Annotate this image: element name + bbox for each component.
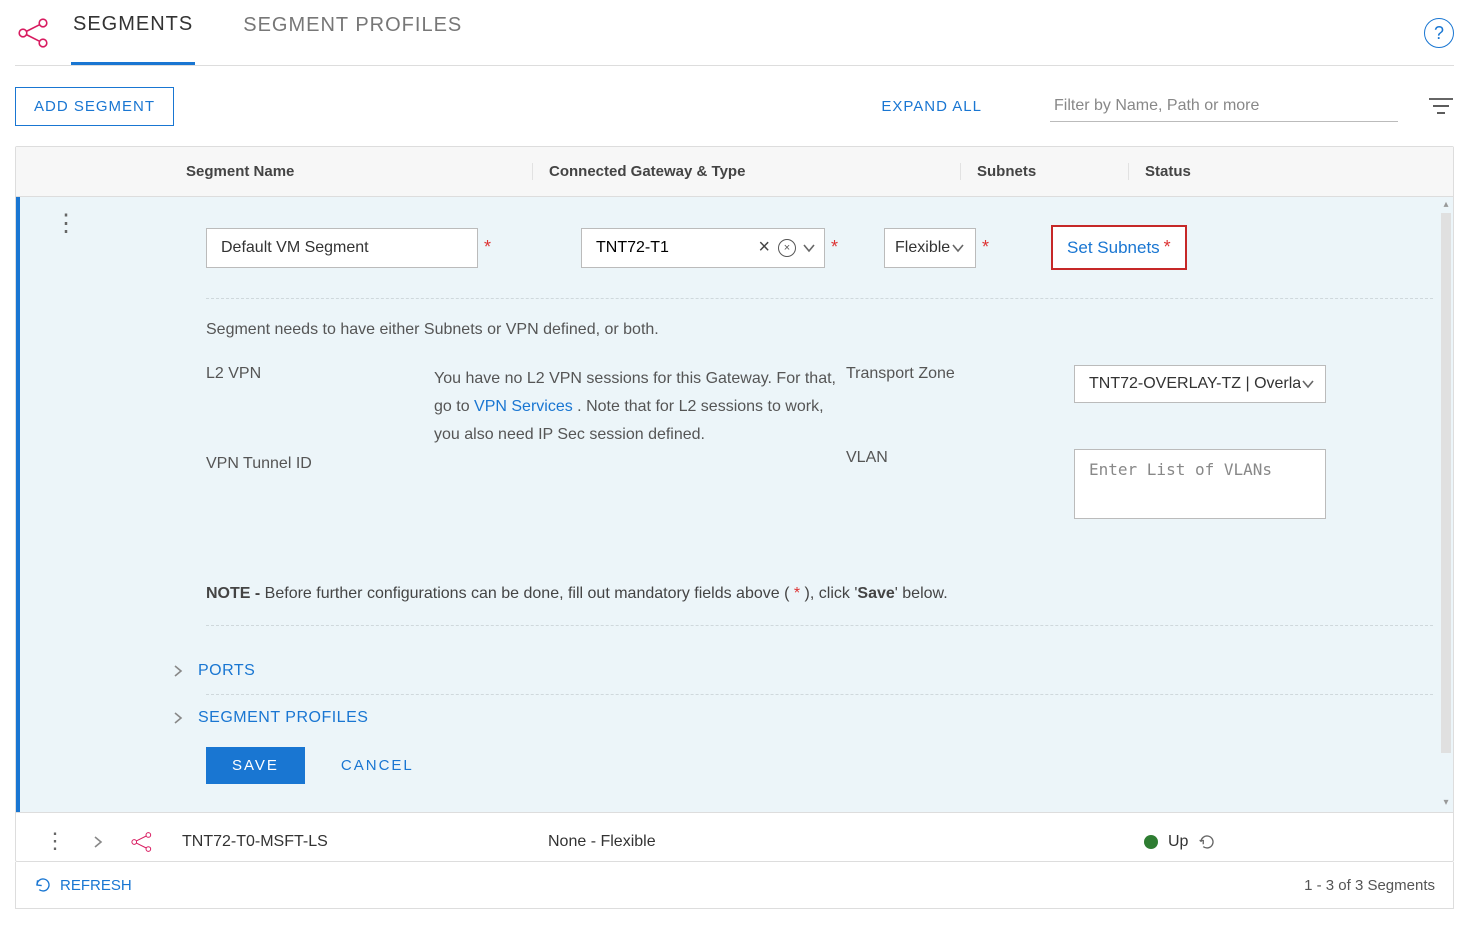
segments-table: Segment Name Connected Gateway & Type Su… [15, 146, 1454, 862]
add-segment-button[interactable]: ADD SEGMENT [15, 87, 174, 126]
chevron-down-icon[interactable] [802, 241, 816, 255]
connected-gateway-combobox[interactable]: × × [581, 228, 825, 268]
transport-zone-value: TNT72-OVERLAY-TZ | Overlay [1089, 375, 1301, 393]
toolbar: ADD SEGMENT EXPAND ALL [15, 66, 1454, 146]
l2-vpn-message: You have no L2 VPN sessions for this Gat… [434, 365, 846, 545]
refresh-button[interactable]: REFRESH [34, 876, 132, 894]
vpn-tunnel-id-label: VPN Tunnel ID [206, 455, 434, 545]
row-status-text: Up [1168, 833, 1188, 851]
required-icon: * [831, 237, 838, 258]
col-header-subnets: Subnets [960, 163, 1128, 180]
vlan-input[interactable] [1074, 449, 1326, 519]
ports-section-toggle[interactable]: PORTS [20, 648, 1453, 694]
scroll-up-icon[interactable]: ▴ [1441, 199, 1451, 211]
chevron-right-icon [172, 665, 184, 677]
transport-zone-label: Transport Zone [846, 365, 1074, 449]
required-icon: * [484, 237, 491, 258]
segment-name-input[interactable] [206, 228, 478, 268]
scroll-down-icon[interactable]: ▾ [1441, 797, 1451, 809]
clear-text-icon[interactable]: × [752, 236, 776, 259]
status-up-icon [1144, 835, 1158, 849]
row-gateway: None - Flexible [532, 833, 960, 851]
cancel-button[interactable]: CANCEL [341, 757, 414, 774]
col-header-status: Status [1128, 163, 1453, 180]
l2-vpn-label: L2 VPN [206, 365, 434, 455]
connected-gateway-input[interactable] [596, 239, 752, 257]
filter-icon[interactable] [1428, 96, 1454, 116]
save-button[interactable]: SAVE [206, 747, 305, 784]
set-subnets-label: Set Subnets [1067, 238, 1160, 258]
filter-input[interactable] [1050, 91, 1398, 122]
col-header-name: Segment Name [182, 163, 532, 180]
note-text: NOTE - Before further configurations can… [20, 545, 1453, 603]
segment-profiles-section-toggle[interactable]: SEGMENT PROFILES [20, 695, 1453, 741]
tab-segments[interactable]: SEGMENTS [71, 0, 195, 65]
segment-icon [130, 830, 154, 854]
expand-row-icon[interactable] [92, 836, 104, 848]
set-subnets-button[interactable]: Set Subnets * [1051, 225, 1187, 270]
subnets-hint-text: Segment needs to have either Subnets or … [20, 321, 1453, 339]
segments-brand-icon [15, 14, 53, 52]
header-bar: SEGMENTS SEGMENT PROFILES ? [15, 0, 1454, 66]
gateway-type-label: Flexible [895, 239, 951, 257]
refresh-icon [34, 876, 52, 894]
tab-segment-profiles[interactable]: SEGMENT PROFILES [241, 0, 464, 65]
header-tabs: SEGMENTS SEGMENT PROFILES [71, 0, 510, 65]
row-segment-name: TNT72-T0-MSFT-LS [182, 833, 532, 851]
help-icon[interactable]: ? [1424, 18, 1454, 48]
required-icon: * [982, 237, 989, 258]
expand-all-link[interactable]: EXPAND ALL [881, 98, 982, 115]
col-header-gateway: Connected Gateway & Type [532, 163, 960, 180]
segment-edit-row: ⋮ * × × * [16, 197, 1453, 812]
transport-zone-select[interactable]: TNT72-OVERLAY-TZ | Overlay [1074, 365, 1326, 403]
vlan-label: VLAN [846, 449, 1074, 533]
clear-selection-icon[interactable]: × [778, 239, 796, 257]
table-row: ⋮ TNT72-T0-MSFT-LS None - Flexible U [16, 812, 1453, 870]
table-header-row: Segment Name Connected Gateway & Type Su… [16, 147, 1453, 197]
vertical-scrollbar[interactable]: ▴ ▾ [1441, 199, 1451, 809]
footer-count: 1 - 3 of 3 Segments [1304, 877, 1435, 894]
scroll-thumb[interactable] [1441, 213, 1451, 753]
refresh-status-icon[interactable] [1198, 833, 1216, 851]
required-icon: * [1164, 237, 1171, 258]
chevron-right-icon [172, 712, 184, 724]
gateway-type-select[interactable]: Flexible [884, 228, 976, 268]
row-actions-menu-icon[interactable]: ⋮ [44, 837, 66, 846]
vpn-services-link[interactable]: VPN Services [474, 398, 573, 415]
